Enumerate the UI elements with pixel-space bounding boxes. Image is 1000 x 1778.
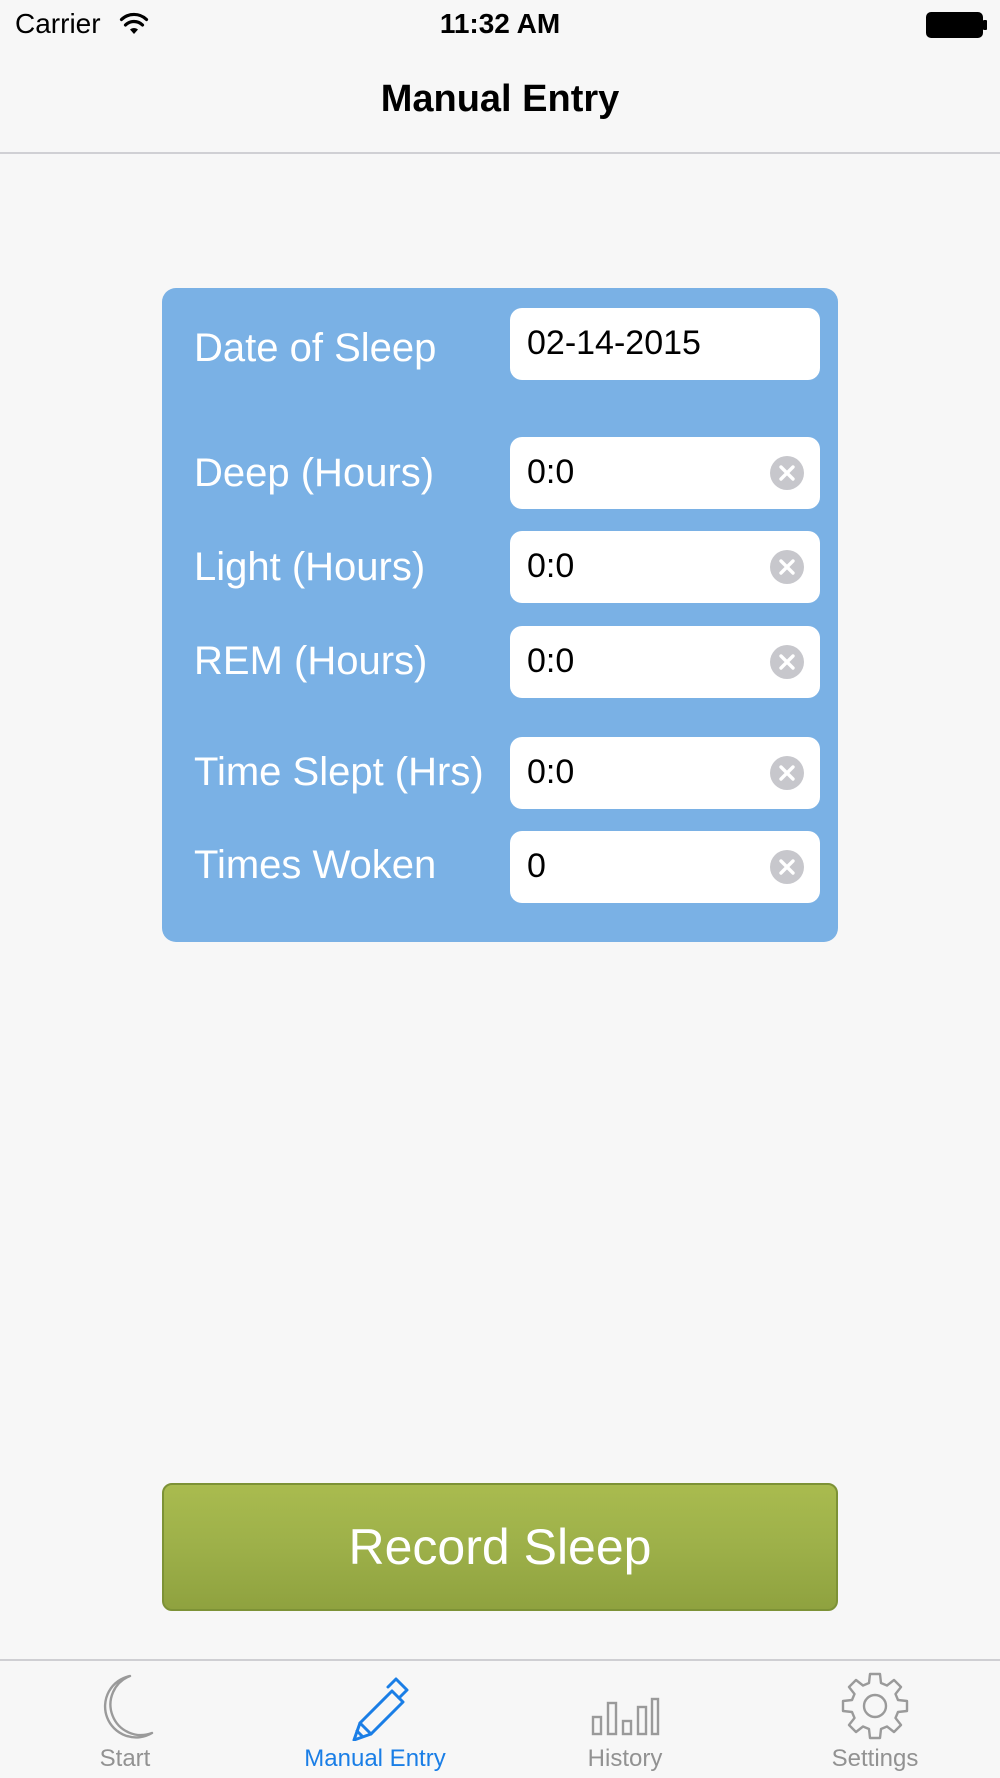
rem-hours-field[interactable]: 0:0	[510, 626, 820, 698]
deep-hours-field[interactable]: 0:0	[510, 437, 820, 509]
tab-settings-label: Settings	[831, 1745, 919, 1772]
page-title: Manual Entry	[380, 78, 620, 120]
light-hours-value: 0:0	[527, 547, 575, 585]
rem-hours-value: 0:0	[527, 642, 575, 680]
clear-icon[interactable]	[770, 550, 804, 584]
manual-entry-screen: Carrier 11:32 AM Manual Entry Date of Sl…	[0, 0, 1000, 1778]
status-bar: Carrier 11:32 AM	[0, 0, 1000, 50]
tab-start-label: Start	[99, 1745, 151, 1772]
sleep-entry-form: Date of Sleep 02-14-2015 Deep (Hours) 0:…	[162, 288, 838, 942]
tab-start[interactable]: Start	[0, 1661, 250, 1778]
deep-hours-value: 0:0	[527, 453, 575, 491]
date-of-sleep-label: Date of Sleep	[194, 326, 437, 370]
clear-icon[interactable]	[770, 756, 804, 790]
record-sleep-button[interactable]: Record Sleep	[162, 1483, 838, 1611]
tab-history[interactable]: History	[500, 1661, 750, 1778]
date-of-sleep-field[interactable]: 02-14-2015	[510, 308, 820, 380]
tab-manual-entry-label: Manual Entry	[304, 1745, 446, 1772]
light-hours-field[interactable]: 0:0	[510, 531, 820, 603]
times-woken-field[interactable]: 0	[510, 831, 820, 903]
tab-manual-entry[interactable]: Manual Entry	[250, 1661, 500, 1778]
clear-icon[interactable]	[770, 456, 804, 490]
deep-hours-label: Deep (Hours)	[194, 451, 435, 495]
light-hours-label: Light (Hours)	[194, 545, 426, 589]
pencil-icon	[352, 1677, 409, 1741]
rem-hours-label: REM (Hours)	[194, 639, 428, 683]
status-time: 11:32 AM	[439, 8, 561, 39]
battery-icon	[926, 12, 987, 38]
time-slept-value: 0:0	[527, 753, 575, 791]
clear-icon[interactable]	[770, 645, 804, 679]
tab-bar: Start Manual Entry History Settings	[0, 1659, 1000, 1778]
time-slept-label: Time Slept (Hrs)	[194, 750, 484, 794]
date-of-sleep-value: 02-14-2015	[527, 324, 701, 362]
moon-icon	[103, 1674, 154, 1739]
times-woken-label: Times Woken	[194, 843, 437, 887]
tab-history-label: History	[587, 1745, 663, 1772]
record-sleep-label: Record Sleep	[348, 1519, 652, 1575]
clear-icon[interactable]	[770, 850, 804, 884]
gear-icon	[841, 1672, 909, 1740]
time-slept-field[interactable]: 0:0	[510, 737, 820, 809]
bar-chart-icon	[591, 1697, 660, 1736]
times-woken-value: 0	[527, 847, 546, 885]
tab-settings[interactable]: Settings	[750, 1661, 1000, 1778]
navigation-bar: Manual Entry	[0, 50, 1000, 154]
